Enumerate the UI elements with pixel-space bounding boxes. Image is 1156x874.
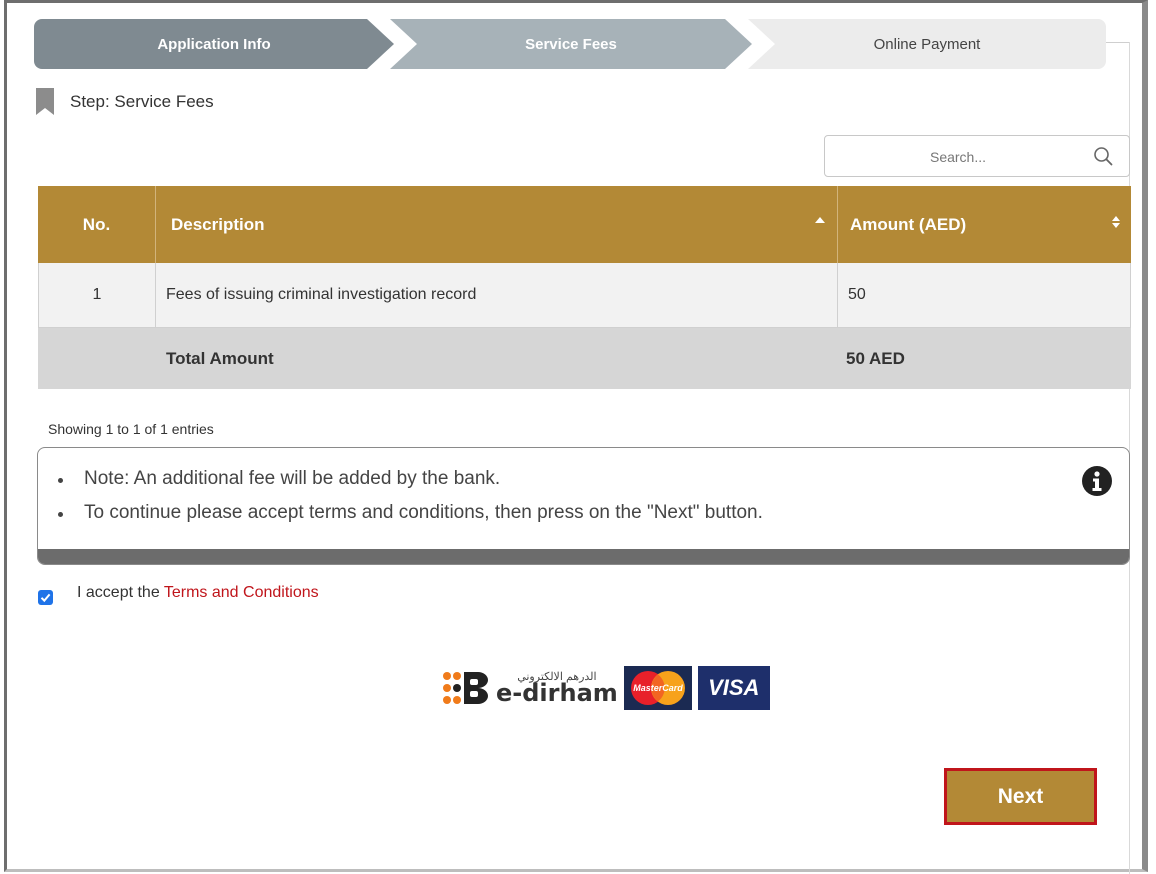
note-box: Note: An additional fee will be added by… [37, 447, 1130, 565]
note-item: Note: An additional fee will be added by… [58, 468, 763, 490]
note-item: To continue please accept terms and cond… [58, 502, 763, 523]
search-icon[interactable] [1093, 146, 1113, 166]
checkmark-icon [40, 593, 51, 603]
terms-label: I accept the Terms and Conditions [77, 584, 319, 602]
mastercard-logo: MasterCard [623, 666, 692, 710]
note-list: Note: An additional fee will be added by… [58, 468, 763, 536]
fees-table: No. Description Amount (AED) 1 Fees of i… [38, 186, 1131, 389]
edirham-mark-icon [443, 672, 488, 704]
mastercard-icon: MasterCard [630, 671, 685, 705]
cell-no: 1 [39, 263, 156, 327]
terms-link[interactable]: Terms and Conditions [164, 584, 319, 601]
visa-logo: VISA [697, 666, 770, 710]
search-input[interactable] [826, 137, 1090, 177]
note-footer-bar [38, 549, 1129, 564]
cell-amount: 50 [848, 286, 866, 303]
wizard-steps: Application Info Service Fees Online Pay… [34, 19, 1106, 69]
wizard-step-label: Application Info [157, 35, 271, 53]
payment-logos: الدرهم الالكتروني e-dirham MasterCard VI… [442, 666, 770, 710]
info-circle-icon [1082, 466, 1112, 496]
step-title-text: Step: Service Fees [70, 91, 214, 111]
wizard-step-service-fees[interactable]: Service Fees [390, 19, 752, 69]
column-header-label: No. [82, 214, 111, 234]
cell-description: Fees of issuing criminal investigation r… [156, 263, 838, 327]
terms-acceptance: I accept the Terms and Conditions [38, 584, 319, 605]
step-heading: Step: Service Fees [36, 88, 214, 115]
column-header-label: Description [171, 214, 265, 234]
table-row: 1 Fees of issuing criminal investigation… [38, 263, 1131, 328]
wizard-step-label: Service Fees [525, 35, 617, 53]
mastercard-text: MasterCard [633, 683, 683, 693]
bookmark-icon [36, 88, 54, 115]
wizard-step-online-payment[interactable]: Online Payment [748, 19, 1106, 69]
search-box [824, 135, 1130, 177]
column-header-label: Amount (AED) [850, 214, 967, 234]
edirham-logo: الدرهم الالكتروني e-dirham [442, 670, 618, 706]
total-label: Total Amount [166, 348, 274, 368]
edirham-english: e-dirham [496, 678, 618, 707]
total-value: 50 AED [846, 348, 905, 368]
column-header-amount[interactable]: Amount (AED) [838, 186, 1131, 263]
entries-info: Showing 1 to 1 of 1 entries [48, 421, 214, 437]
table-header: No. Description Amount (AED) [38, 186, 1131, 263]
column-header-no: No. [38, 186, 156, 263]
next-button[interactable]: Next [944, 768, 1097, 825]
sort-both-icon [1112, 216, 1120, 228]
wizard-step-label: Online Payment [873, 35, 981, 53]
table-total-row: Total Amount 50 AED [38, 328, 1131, 389]
frame-divider [1104, 42, 1130, 43]
sort-ascending-icon [815, 217, 825, 223]
wizard-step-application-info[interactable]: Application Info [34, 19, 394, 69]
edirham-text: الدرهم الالكتروني e-dirham [496, 671, 618, 707]
visa-text: VISA [708, 675, 760, 700]
column-header-description[interactable]: Description [156, 186, 838, 263]
terms-prefix: I accept the [77, 584, 160, 601]
terms-checkbox[interactable] [38, 590, 53, 605]
